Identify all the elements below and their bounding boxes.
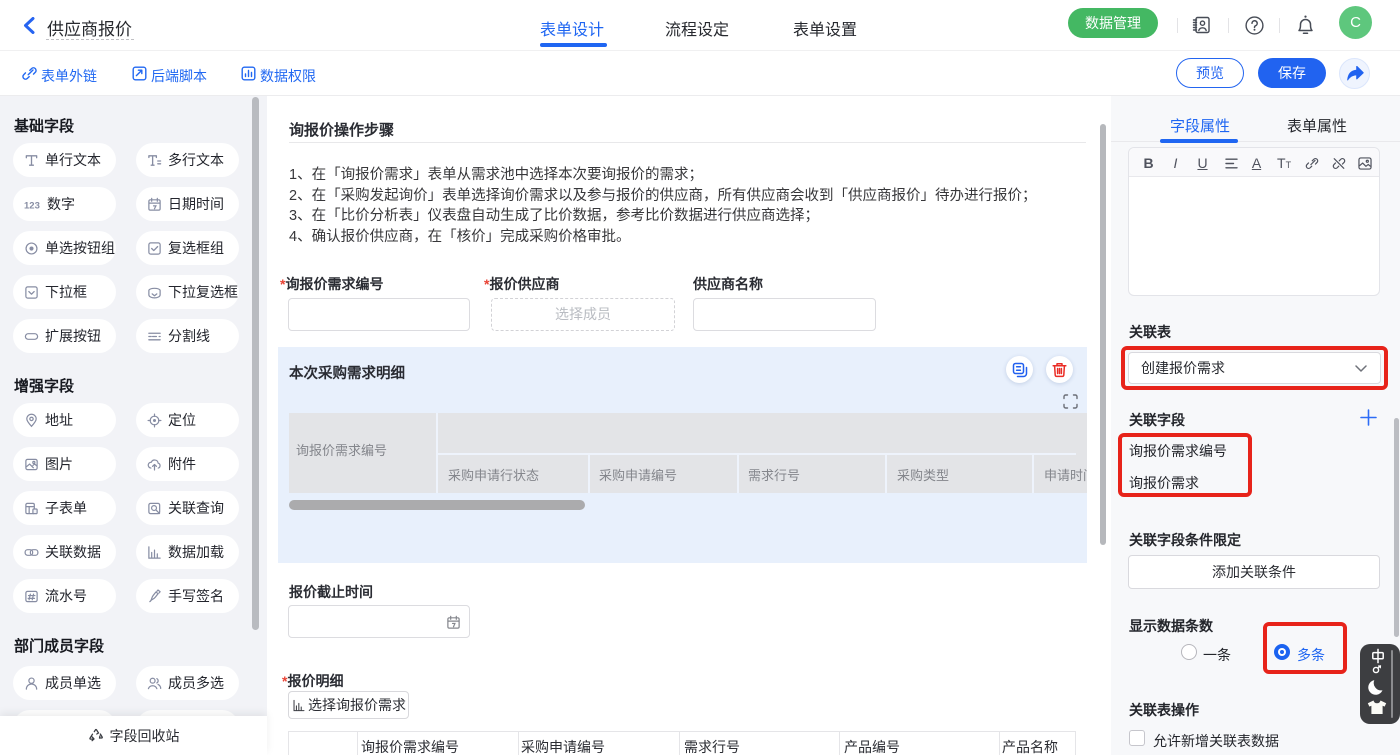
svg-text:123: 123 [24, 200, 40, 211]
